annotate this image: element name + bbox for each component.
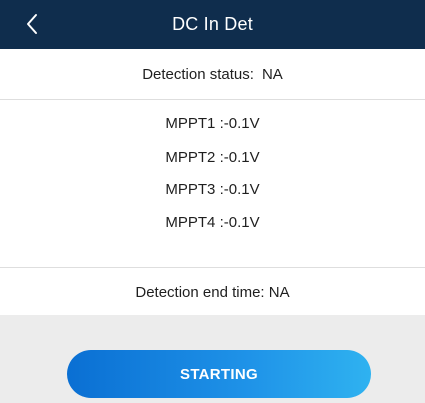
mppt-label: MPPT1 :: [165, 115, 224, 132]
detection-status-label: Detection status:: [142, 65, 254, 83]
page-title: DC In Det: [172, 14, 253, 34]
back-button[interactable]: [18, 10, 46, 38]
mppt-value: -0.1V: [223, 149, 260, 166]
detection-status-value: NA: [261, 65, 283, 83]
mppt-value: -0.1V: [223, 214, 260, 231]
mppt-item-4: MPPT4 :-0.1V: [0, 214, 425, 231]
action-area: STARTING: [0, 315, 425, 403]
mppt-value: -0.1V: [223, 115, 260, 132]
detection-status-row: Detection status: NA: [0, 49, 425, 100]
chevron-left-icon: [27, 14, 37, 34]
starting-button[interactable]: STARTING: [67, 350, 371, 398]
detection-end-time-row: Detection end time: NA: [0, 269, 425, 315]
mppt-item-3: MPPT3 :-0.1V: [0, 181, 425, 198]
mppt-label: MPPT3 :: [165, 181, 224, 198]
mppt-list: MPPT1 :-0.1V MPPT2 :-0.1V MPPT3 :-0.1V M…: [0, 101, 425, 268]
mppt-item-1: MPPT1 :-0.1V: [0, 115, 425, 132]
mppt-item-2: MPPT2 :-0.1V: [0, 149, 425, 166]
detection-end-time-label: Detection end time:: [135, 283, 265, 301]
detection-end-time-value: NA: [268, 283, 290, 301]
mppt-label: MPPT4 :: [165, 214, 224, 231]
mppt-label: MPPT2 :: [165, 149, 224, 166]
mppt-value: -0.1V: [223, 181, 260, 198]
top-bar: DC In Det: [0, 0, 425, 49]
